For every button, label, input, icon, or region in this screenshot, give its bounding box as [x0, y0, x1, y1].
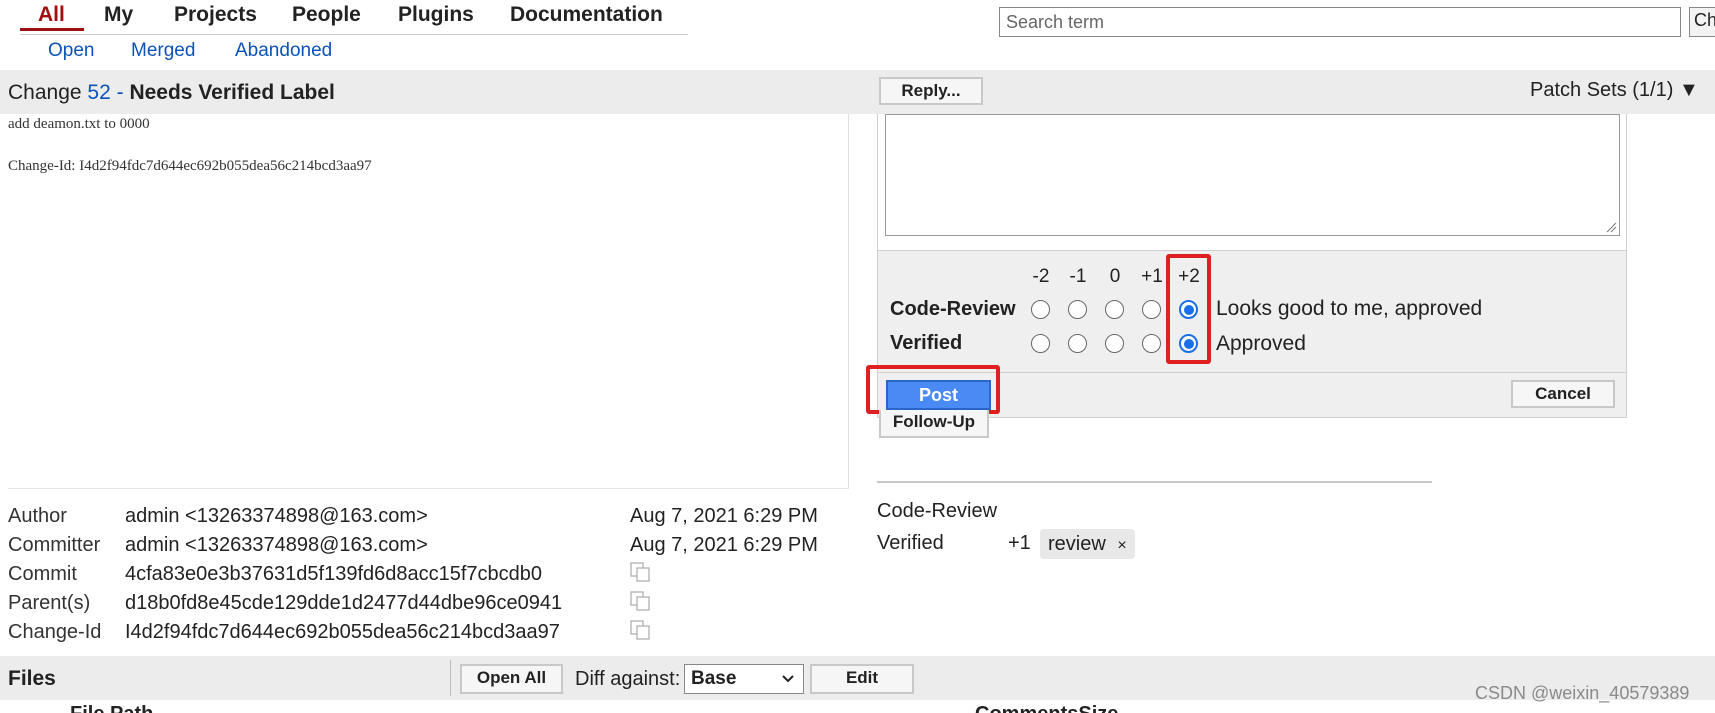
nav-tab-documentation[interactable]: Documentation — [510, 3, 663, 27]
change-title: Change 52 - Needs Verified Label — [8, 81, 335, 105]
nav-tab-my[interactable]: My — [104, 3, 133, 27]
summary-verified-label: Verified — [877, 532, 944, 554]
review-divider — [877, 481, 1432, 483]
copy-parent-icon[interactable] — [630, 591, 652, 611]
chevron-down-icon — [782, 675, 794, 683]
change-id-label: Change-Id — [8, 621, 102, 643]
committer-label: Committer — [8, 534, 101, 556]
author-date: Aug 7, 2021 6:29 PM — [630, 505, 818, 527]
commit-hash: 4cfa83e0e3b37631d5f139fd6d8acc15f7cbcdb0 — [125, 563, 543, 585]
committer-date: Aug 7, 2021 6:29 PM — [630, 534, 818, 556]
copy-commit-icon[interactable] — [630, 562, 652, 582]
follow-up-button[interactable]: Follow-Up — [879, 410, 989, 438]
reply-message-textarea[interactable] — [885, 114, 1620, 236]
code-review-radio-minus1[interactable] — [1068, 300, 1087, 319]
file-path-column-header[interactable]: File Path — [70, 703, 153, 713]
search-input[interactable] — [999, 7, 1681, 37]
active-tab-indicator — [20, 28, 84, 31]
highlight-post-button — [866, 365, 1000, 414]
verified-radio-plus1[interactable] — [1142, 334, 1161, 353]
change-separator: - — [116, 81, 124, 104]
verified-radio-minus2[interactable] — [1031, 334, 1050, 353]
commit-message-subject: add deamon.txt to 0000 — [8, 116, 150, 132]
diff-against-selected: Base — [691, 668, 737, 689]
score-header-plus1: +1 — [1141, 266, 1163, 287]
nav-divider — [20, 34, 688, 35]
commit-message-border — [848, 114, 849, 489]
nav-tab-all[interactable]: All — [38, 3, 65, 27]
summary-code-review-label: Code-Review — [877, 500, 998, 522]
parent-hash: d18b0fd8e45cde129dde1d2477d44dbe96ce0941 — [125, 592, 563, 614]
resize-grip-icon[interactable] — [1605, 221, 1617, 233]
patch-sets-dropdown[interactable]: Patch Sets (1/1) ▼ — [1530, 79, 1699, 102]
change-number-link[interactable]: 52 — [87, 81, 110, 104]
files-divider — [450, 660, 451, 696]
code-review-vote-text: Looks good to me, approved — [1216, 297, 1483, 320]
subnav-open[interactable]: Open — [48, 40, 94, 62]
summary-verified-score: +1 — [1008, 532, 1031, 554]
label-code-review: Code-Review — [890, 298, 1016, 320]
commit-message-change-id: Change-Id: I4d2f94fdc7d644ec692b055dea56… — [8, 158, 372, 174]
verified-radio-minus1[interactable] — [1068, 334, 1087, 353]
score-header-0: 0 — [1109, 266, 1121, 287]
nav-tab-people[interactable]: People — [292, 3, 361, 27]
commit-label: Commit — [8, 563, 77, 585]
highlight-plus2-column — [1166, 254, 1211, 364]
reviewer-chip: review × — [1040, 529, 1135, 559]
verified-vote-text: Approved — [1216, 332, 1306, 355]
score-header-minus1: -1 — [1069, 266, 1087, 287]
search-button[interactable]: Ch — [1689, 7, 1715, 37]
files-title: Files — [8, 667, 56, 690]
nav-tab-projects[interactable]: Projects — [174, 3, 257, 27]
open-all-button[interactable]: Open All — [460, 664, 563, 694]
edit-button[interactable]: Edit — [810, 664, 914, 694]
diff-against-label: Diff against: — [575, 668, 681, 690]
score-header-minus2: -2 — [1032, 266, 1050, 287]
cancel-button[interactable]: Cancel — [1511, 380, 1615, 408]
author-label: Author — [8, 505, 67, 527]
nav-tab-plugins[interactable]: Plugins — [398, 3, 474, 27]
remove-reviewer-icon[interactable]: × — [1117, 537, 1126, 554]
code-review-radio-minus2[interactable] — [1031, 300, 1050, 319]
code-review-radio-plus1[interactable] — [1142, 300, 1161, 319]
change-id-value: I4d2f94fdc7d644ec692b055dea56c214bcd3aa9… — [125, 621, 560, 643]
change-status: Needs Verified Label — [129, 81, 335, 104]
code-review-radio-0[interactable] — [1105, 300, 1124, 319]
label-verified: Verified — [890, 332, 963, 354]
verified-radio-0[interactable] — [1105, 334, 1124, 353]
comments-size-column-header[interactable]: CommentsSize — [975, 703, 1118, 713]
parent-label: Parent(s) — [8, 592, 91, 614]
watermark: CSDN @weixin_40579389 — [1475, 683, 1690, 703]
reviewer-chip-name[interactable]: review — [1048, 533, 1106, 555]
copy-change-id-icon[interactable] — [630, 620, 652, 640]
diff-against-select[interactable]: Base — [684, 664, 804, 694]
commit-message-bottom-border — [8, 488, 849, 489]
committer-link[interactable]: admin <13263374898@163.com> — [125, 534, 428, 557]
change-prefix: Change — [8, 81, 82, 104]
subnav-merged[interactable]: Merged — [131, 40, 195, 62]
author-link[interactable]: admin <13263374898@163.com> — [125, 505, 428, 528]
reply-button[interactable]: Reply... — [879, 77, 983, 105]
subnav-abandoned[interactable]: Abandoned — [235, 40, 332, 62]
